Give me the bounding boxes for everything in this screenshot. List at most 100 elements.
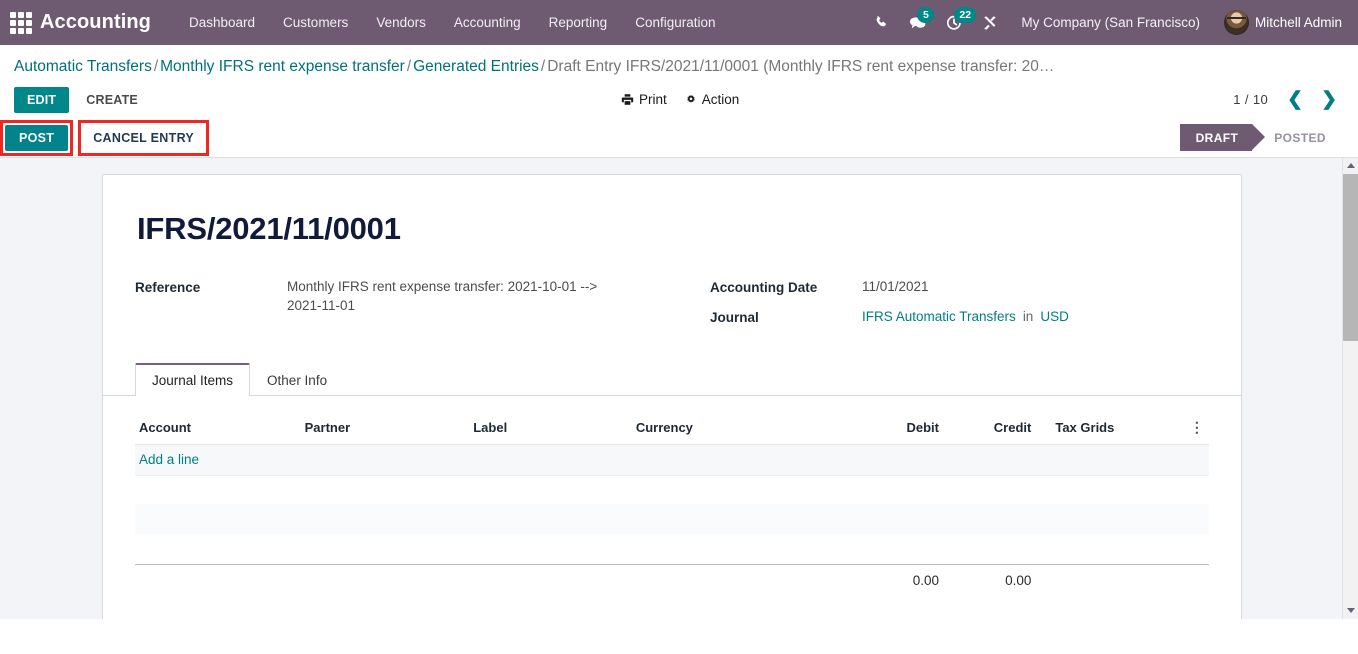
print-menu[interactable]: Print xyxy=(621,92,667,107)
add-a-line-link[interactable]: Add a line xyxy=(139,452,199,467)
field-label-journal: Journal xyxy=(710,307,862,327)
pager-previous-icon[interactable]: ❮ xyxy=(1280,90,1310,109)
totals-empty-cell xyxy=(1045,564,1209,596)
table-row-placeholder xyxy=(135,504,1209,534)
post-button[interactable]: POST xyxy=(5,125,68,151)
table-header-row: Account Partner Label Currency Debit Cre… xyxy=(135,414,1209,445)
field-reference: Reference Monthly IFRS rent expense tran… xyxy=(135,277,672,315)
field-value-reference[interactable]: Monthly IFRS rent expense transfer: 2021… xyxy=(287,277,617,315)
app-brand-accounting[interactable]: Accounting xyxy=(40,11,151,34)
user-menu[interactable]: Mitchell Admin xyxy=(1214,4,1346,41)
menu-item-reporting[interactable]: Reporting xyxy=(535,3,622,42)
activities-icon[interactable]: 22 xyxy=(937,9,971,37)
cancel-entry-button-highlight: CANCEL ENTRY xyxy=(78,120,209,156)
field-value-accounting-date[interactable]: 11/01/2021 xyxy=(862,277,929,296)
main-menu: Dashboard Customers Vendors Accounting R… xyxy=(175,3,730,42)
status-badge-draft[interactable]: DRAFT xyxy=(1180,124,1253,151)
post-button-highlight: POST xyxy=(0,120,73,156)
status-badge-posted[interactable]: POSTED xyxy=(1252,124,1340,151)
phone-icon[interactable] xyxy=(865,9,898,36)
totals-debit: 0.00 xyxy=(833,564,953,596)
gear-icon xyxy=(685,94,697,106)
control-panel-actions: Print Action xyxy=(621,92,739,107)
field-value-journal: IFRS Automatic TransfersinUSD xyxy=(862,307,1069,326)
messages-icon[interactable]: 5 xyxy=(900,9,935,37)
field-column-right: Accounting Date 11/01/2021 Journal IFRS … xyxy=(672,277,1209,337)
breadcrumb-item-monthly-ifrs-rent-expense-transfer[interactable]: Monthly IFRS rent expense transfer xyxy=(160,58,405,75)
breadcrumb-separator: / xyxy=(152,58,160,75)
status-bar: DRAFT POSTED xyxy=(1180,124,1340,151)
vertical-scrollbar[interactable] xyxy=(1342,158,1358,619)
field-accounting-date: Accounting Date 11/01/2021 xyxy=(710,277,1209,297)
journal-link[interactable]: IFRS Automatic Transfers xyxy=(862,309,1016,324)
record-action-bar: POST CANCEL ENTRY DRAFT POSTED xyxy=(0,119,1358,158)
pager-next-icon[interactable]: ❯ xyxy=(1314,90,1344,109)
wrench-tools-icon[interactable] xyxy=(973,9,1007,37)
field-group: Reference Monthly IFRS rent expense tran… xyxy=(135,277,1209,337)
field-label-accounting-date: Accounting Date xyxy=(710,277,862,297)
print-label: Print xyxy=(639,92,667,107)
totals-label-cell xyxy=(135,564,833,596)
column-options-header: ⋮ xyxy=(1181,414,1209,445)
journal-items-table: Account Partner Label Currency Debit Cre… xyxy=(135,414,1209,596)
apps-grid-icon[interactable] xyxy=(8,10,34,36)
action-label: Action xyxy=(702,92,740,107)
column-header-partner[interactable]: Partner xyxy=(301,414,470,445)
menu-item-accounting[interactable]: Accounting xyxy=(440,3,535,42)
breadcrumb-item-automatic-transfers[interactable]: Automatic Transfers xyxy=(14,58,152,75)
table-row-spacer xyxy=(135,534,1209,564)
add-a-line-row[interactable]: Add a line xyxy=(135,444,1209,475)
pager: 1 / 10 ❮ ❯ xyxy=(1233,90,1344,109)
printer-icon xyxy=(621,93,634,106)
field-journal: Journal IFRS Automatic TransfersinUSD xyxy=(710,307,1209,327)
systray: 5 22 My Company (San Francisco) Mitchell… xyxy=(865,3,1346,42)
journal-in-word: in xyxy=(1016,309,1041,324)
column-header-credit[interactable]: Credit xyxy=(953,414,1045,445)
form-content-area: IFRS/2021/11/0001 Reference Monthly IFRS… xyxy=(0,158,1358,619)
breadcrumb-separator: / xyxy=(405,58,413,75)
table-row-empty xyxy=(135,475,1209,504)
journal-items-body: Add a line 0.00 0.00 xyxy=(135,444,1209,596)
breadcrumb-item-current: Draft Entry IFRS/2021/11/0001 (Monthly I… xyxy=(547,58,1054,75)
top-navbar: Accounting Dashboard Customers Vendors A… xyxy=(0,0,1358,45)
table-totals-row: 0.00 0.00 xyxy=(135,564,1209,596)
page-title: IFRS/2021/11/0001 xyxy=(137,211,1209,247)
edit-button[interactable]: EDIT xyxy=(14,87,69,113)
control-panel-buttons: EDIT CREATE Print Action 1 / 10 xyxy=(0,83,1358,119)
column-header-currency[interactable]: Currency xyxy=(632,414,833,445)
cancel-entry-button[interactable]: CANCEL ENTRY xyxy=(83,125,204,151)
control-panel: Automatic Transfers/Monthly IFRS rent ex… xyxy=(0,45,1358,119)
currency-link[interactable]: USD xyxy=(1040,309,1069,324)
messages-count-badge: 5 xyxy=(917,7,934,24)
breadcrumb-separator: / xyxy=(539,58,547,75)
column-header-account[interactable]: Account xyxy=(135,414,301,445)
column-header-tax-grids[interactable]: Tax Grids xyxy=(1045,414,1181,445)
create-button[interactable]: CREATE xyxy=(75,87,149,113)
column-header-debit[interactable]: Debit xyxy=(833,414,953,445)
scroll-down-arrow-icon[interactable] xyxy=(1343,603,1358,619)
totals-credit: 0.00 xyxy=(953,564,1045,596)
column-header-label[interactable]: Label xyxy=(469,414,632,445)
pager-count: 1 / 10 xyxy=(1233,92,1276,107)
menu-item-customers[interactable]: Customers xyxy=(269,3,362,42)
vertical-dots-icon[interactable]: ⋮ xyxy=(1190,422,1204,433)
breadcrumb: Automatic Transfers/Monthly IFRS rent ex… xyxy=(0,45,1358,83)
field-column-left: Reference Monthly IFRS rent expense tran… xyxy=(135,277,672,337)
menu-item-dashboard[interactable]: Dashboard xyxy=(175,3,269,42)
menu-item-vendors[interactable]: Vendors xyxy=(362,3,440,42)
tab-journal-items[interactable]: Journal Items xyxy=(135,363,250,396)
company-switcher[interactable]: My Company (San Francisco) xyxy=(1009,3,1212,42)
action-menu[interactable]: Action xyxy=(685,92,740,107)
field-label-reference: Reference xyxy=(135,277,287,297)
breadcrumb-item-generated-entries[interactable]: Generated Entries xyxy=(413,58,539,75)
tab-other-info[interactable]: Other Info xyxy=(250,363,344,396)
scroll-up-arrow-icon[interactable] xyxy=(1343,158,1358,174)
add-a-line-cell: Add a line xyxy=(135,444,1209,475)
user-name-label: Mitchell Admin xyxy=(1255,15,1342,30)
menu-item-configuration[interactable]: Configuration xyxy=(621,3,729,42)
scrollbar-thumb[interactable] xyxy=(1343,174,1358,341)
record-sheet: IFRS/2021/11/0001 Reference Monthly IFRS… xyxy=(102,174,1242,619)
scrollbar-track[interactable] xyxy=(1343,174,1358,603)
notebook-tabs: Journal Items Other Info xyxy=(103,363,1241,396)
user-avatar xyxy=(1224,10,1249,35)
